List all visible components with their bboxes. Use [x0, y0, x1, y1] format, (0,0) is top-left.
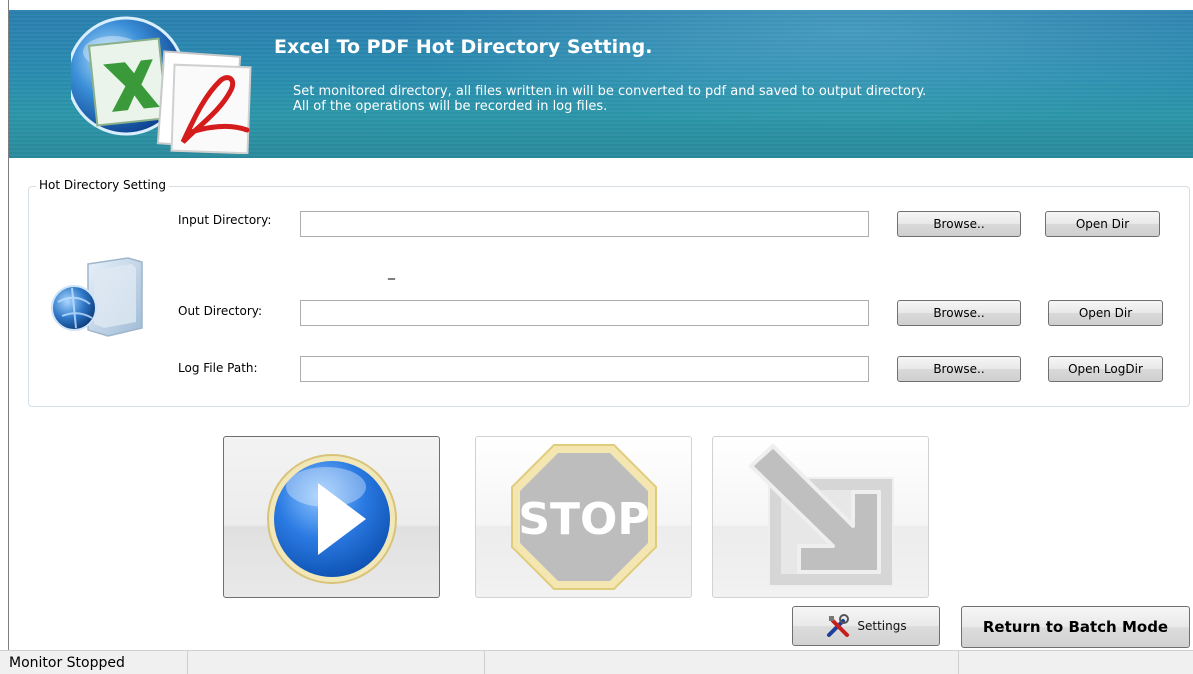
- log-browse-button[interactable]: Browse..: [897, 356, 1021, 382]
- excel-to-pdf-icon: [71, 16, 252, 154]
- log-file-path-label-text: Log File Path:: [178, 361, 258, 375]
- return-to-batch-mode-button[interactable]: Return to Batch Mode: [961, 606, 1190, 648]
- out-directory-label: Out Directory:: [178, 304, 262, 318]
- input-directory-label: Input Directory:: [178, 213, 271, 227]
- out-directory-label-text: Out Directory:: [178, 304, 263, 318]
- status-cell-2: [188, 651, 485, 674]
- input-directory-label-text: Input Directory:: [178, 213, 272, 227]
- stop-icon-text: STOP: [518, 494, 649, 545]
- stop-monitor-button[interactable]: STOP: [475, 436, 692, 598]
- log-file-path-field[interactable]: [300, 356, 869, 382]
- settings-label: Settings: [857, 619, 907, 633]
- out-open-dir-button[interactable]: Open Dir: [1048, 300, 1163, 326]
- log-file-path-label: Log File Path:: [178, 361, 258, 375]
- settings-button[interactable]: Settings: [792, 606, 940, 646]
- input-browse-button[interactable]: Browse..: [897, 211, 1021, 237]
- start-monitor-button[interactable]: [223, 436, 440, 598]
- out-directory-field[interactable]: [300, 300, 869, 326]
- separator-mark: _: [388, 264, 395, 280]
- status-bar: Monitor Stopped: [0, 650, 1193, 674]
- header-desc-line2: All of the operations will be recorded i…: [293, 99, 608, 114]
- header-desc-line1: Set monitored directory, all files writt…: [293, 84, 927, 99]
- hot-directory-legend: Hot Directory Setting: [36, 178, 169, 192]
- status-cell-4: [959, 651, 1193, 674]
- play-icon: [266, 454, 397, 584]
- minimize-to-tray-icon: [748, 444, 894, 587]
- minimize-to-tray-button[interactable]: [712, 436, 929, 598]
- status-text: Monitor Stopped: [0, 651, 188, 674]
- stop-icon: STOP: [510, 444, 657, 590]
- tools-icon: [827, 614, 850, 637]
- open-log-dir-button[interactable]: Open LogDir: [1048, 356, 1163, 382]
- input-open-dir-button[interactable]: Open Dir: [1045, 211, 1160, 237]
- header-description: Set monitored directory, all files writt…: [293, 84, 926, 114]
- header-title: Excel To PDF Hot Directory Setting.: [274, 36, 653, 58]
- input-directory-field[interactable]: [300, 211, 869, 237]
- header-banner: Excel To PDF Hot Directory Setting. Set …: [9, 10, 1193, 158]
- window-left-edge: [0, 0, 9, 650]
- out-browse-button[interactable]: Browse..: [897, 300, 1021, 326]
- folder-globe-icon: [51, 257, 143, 337]
- status-cell-3: [485, 651, 959, 674]
